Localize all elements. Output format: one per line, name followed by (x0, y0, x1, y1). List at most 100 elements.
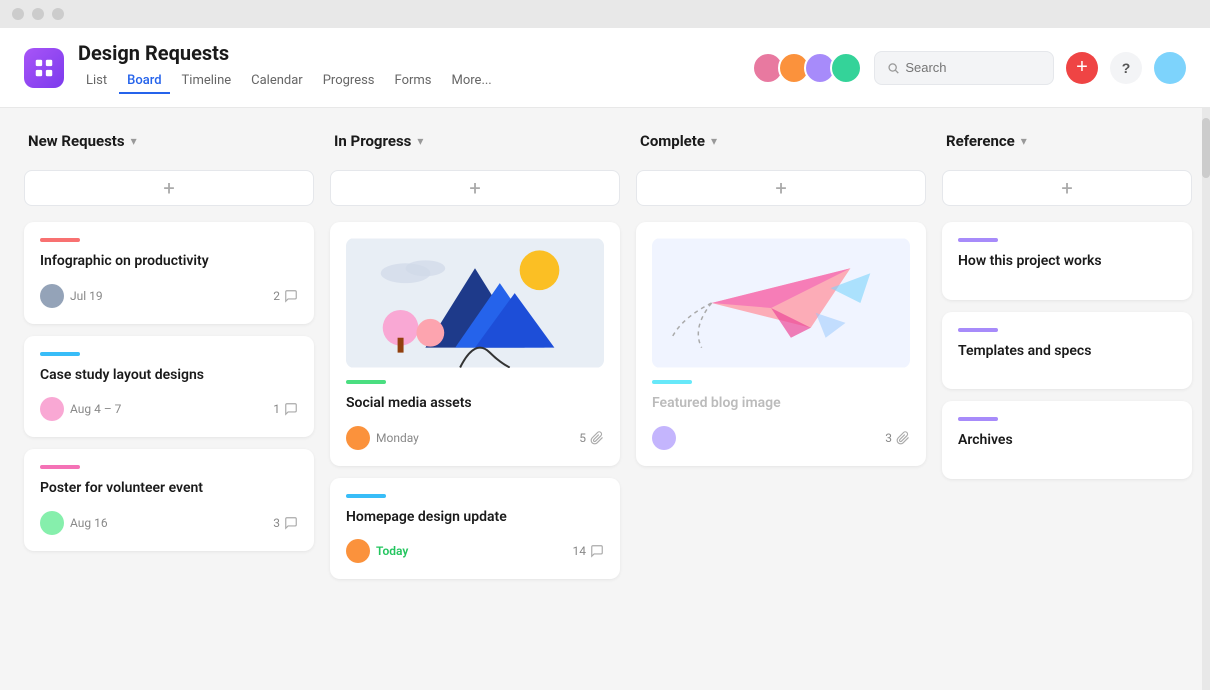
column-header-new-requests: New Requests ▾ (24, 132, 314, 158)
user-avatar-small (40, 397, 64, 421)
card-footer: Aug 4 – 7 1 (40, 397, 298, 421)
avatar-4 (830, 52, 862, 84)
project-info: Design Requests List Board Timeline Cale… (78, 41, 752, 94)
comment-count: 2 (273, 289, 280, 303)
scrollbar-thumb[interactable] (1202, 118, 1210, 178)
column-title-reference: Reference (946, 132, 1015, 150)
card-meta: 5 (579, 431, 604, 445)
card-date: Aug 16 (70, 516, 108, 530)
tab-progress[interactable]: Progress (315, 69, 383, 94)
chevron-down-icon: ▾ (711, 134, 717, 148)
chevron-down-icon: ▾ (417, 134, 423, 148)
titlebar-dot-yellow (32, 8, 44, 20)
search-box[interactable] (874, 51, 1054, 85)
card-title: How this project works (958, 252, 1176, 272)
comment-count: 1 (273, 402, 280, 416)
add-card-new-requests[interactable]: + (24, 170, 314, 206)
titlebar-dot-green (52, 8, 64, 20)
add-card-complete[interactable]: + (636, 170, 926, 206)
comment-icon (284, 402, 298, 416)
card-date: Aug 4 – 7 (70, 402, 121, 416)
card-footer: 3 (652, 426, 910, 450)
column-complete: Complete ▾ + (636, 132, 926, 690)
team-avatars (752, 52, 862, 84)
top-navigation: Design Requests List Board Timeline Cale… (0, 28, 1210, 108)
card-how-project-works[interactable]: How this project works (942, 222, 1192, 300)
card-date: Monday (376, 431, 419, 445)
chevron-down-icon: ▾ (1021, 134, 1027, 148)
card-title: Archives (958, 431, 1176, 451)
card-archives[interactable]: Archives (942, 401, 1192, 479)
card-accent (346, 494, 386, 498)
titlebar-dot-red (12, 8, 24, 20)
tab-timeline[interactable]: Timeline (174, 69, 240, 94)
card-case-study[interactable]: Case study layout designs Aug 4 – 7 1 (24, 336, 314, 438)
card-meta: 2 (273, 289, 298, 303)
card-image-plane (652, 238, 910, 368)
titlebar (0, 0, 1210, 28)
card-title: Homepage design update (346, 508, 604, 528)
card-title: Social media assets (346, 394, 604, 414)
card-accent (40, 352, 80, 356)
card-featured-blog[interactable]: Featured blog image 3 (636, 222, 926, 466)
card-title: Templates and specs (958, 342, 1176, 362)
comment-icon (284, 289, 298, 303)
comment-icon (284, 516, 298, 530)
card-date: Today (376, 544, 408, 558)
scrollbar-track[interactable] (1202, 108, 1210, 690)
card-meta: 1 (273, 402, 298, 416)
card-meta: 3 (885, 431, 910, 445)
comment-count: 5 (579, 431, 586, 445)
card-title: Featured blog image (652, 394, 910, 414)
add-card-in-progress[interactable]: + (330, 170, 620, 206)
add-card-reference[interactable]: + (942, 170, 1192, 206)
tab-calendar[interactable]: Calendar (243, 69, 311, 94)
card-user: Aug 4 – 7 (40, 397, 121, 421)
add-button[interactable]: + (1066, 52, 1098, 84)
card-accent (958, 238, 998, 242)
card-accent (40, 465, 80, 469)
column-header-complete: Complete ▾ (636, 132, 926, 158)
attachment-icon (896, 431, 910, 445)
user-avatar[interactable] (1154, 52, 1186, 84)
card-footer: Jul 19 2 (40, 284, 298, 308)
user-avatar-small (40, 511, 64, 535)
column-header-in-progress: In Progress ▾ (330, 132, 620, 158)
card-accent (958, 417, 998, 421)
tab-more[interactable]: More... (444, 69, 500, 94)
card-user: Aug 16 (40, 511, 108, 535)
card-title: Infographic on productivity (40, 252, 298, 272)
app-icon (24, 48, 64, 88)
card-image-mountain (346, 238, 604, 368)
chevron-down-icon: ▾ (131, 134, 137, 148)
user-avatar-small (346, 426, 370, 450)
nav-right: + ? (752, 51, 1186, 85)
card-meta: 3 (273, 516, 298, 530)
card-homepage[interactable]: Homepage design update Today 14 (330, 478, 620, 580)
card-accent (958, 328, 998, 332)
card-infographic[interactable]: Infographic on productivity Jul 19 2 (24, 222, 314, 324)
card-accent (652, 380, 692, 384)
nav-tabs: List Board Timeline Calendar Progress Fo… (78, 69, 752, 94)
column-header-reference: Reference ▾ (942, 132, 1192, 158)
tab-forms[interactable]: Forms (387, 69, 440, 94)
help-button[interactable]: ? (1110, 52, 1142, 84)
tab-board[interactable]: Board (119, 69, 169, 94)
card-poster[interactable]: Poster for volunteer event Aug 16 3 (24, 449, 314, 551)
column-reference: Reference ▾ + How this project works Tem… (942, 132, 1192, 690)
tab-list[interactable]: List (78, 69, 115, 94)
column-in-progress: In Progress ▾ + (330, 132, 620, 690)
card-accent (346, 380, 386, 384)
comment-count: 3 (885, 431, 892, 445)
search-icon (887, 61, 899, 75)
attachment-icon (590, 431, 604, 445)
card-date: Jul 19 (70, 289, 103, 303)
card-user: Monday (346, 426, 419, 450)
card-templates-specs[interactable]: Templates and specs (942, 312, 1192, 390)
card-social-media[interactable]: Social media assets Monday 5 (330, 222, 620, 466)
search-input[interactable] (905, 60, 1041, 75)
card-user: Today (346, 539, 408, 563)
comment-icon (590, 544, 604, 558)
column-title-complete: Complete (640, 132, 705, 150)
user-avatar-small (652, 426, 676, 450)
